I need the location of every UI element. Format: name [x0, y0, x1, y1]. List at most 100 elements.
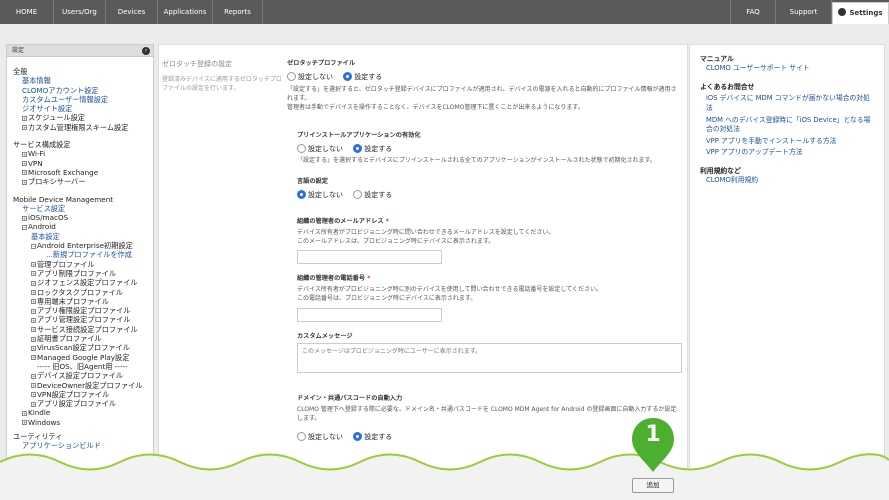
expand-icon: +	[22, 179, 27, 185]
nav-users-org[interactable]: Users/Org	[54, 0, 106, 24]
tree-vpn[interactable]: + VPN	[13, 159, 147, 168]
domain-off-radio[interactable]	[297, 431, 306, 441]
tree-profile[interactable]: + サービス接続設定プロファイル	[13, 325, 147, 334]
expand-icon: +	[22, 151, 27, 157]
required-mark: *	[367, 275, 371, 282]
section-mdm: Mobile Device Management	[13, 194, 114, 204]
language-off-radio[interactable]	[297, 189, 306, 199]
tree-old-profile[interactable]: + VPN設定プロファイル	[13, 390, 147, 399]
nav-settings-label: Settings	[849, 9, 883, 17]
link-faq-vpp-update[interactable]: VPP アプリのアップデート方法	[700, 148, 874, 157]
collapse-icon: −	[31, 243, 36, 249]
link-new-profile[interactable]: ...新規プロファイルを作成	[13, 250, 147, 259]
link-service-settings[interactable]: サービス設定	[13, 204, 147, 213]
tree-enterprise-init[interactable]: − Android Enterprise初期設定	[13, 241, 147, 250]
old-os-divider: ----- 旧OS、旧Agent用 -----	[37, 361, 128, 371]
link-basic-info[interactable]: 基本情報	[13, 76, 147, 85]
expand-icon: +	[31, 383, 36, 388]
zt-on-radio[interactable]	[343, 71, 353, 81]
expand-icon: +	[31, 373, 36, 379]
nav-devices[interactable]: Devices	[106, 0, 158, 24]
expand-icon: +	[31, 290, 36, 296]
phone-title: 組織の管理者の電話番号 *	[297, 275, 371, 282]
step-marker-number: 1	[645, 422, 661, 447]
nav-support[interactable]: Support	[776, 0, 832, 24]
tree-profile[interactable]: + 証明書プロファイル	[13, 334, 147, 343]
tree-old-profile[interactable]: + デバイス設定プロファイル	[13, 371, 147, 380]
link-android-basic[interactable]: 基本設定	[13, 232, 147, 241]
collapse-left-icon[interactable]: ‹	[142, 47, 150, 55]
tree-profile[interactable]: + Managed Google Play設定	[13, 353, 147, 362]
expand-icon: +	[31, 317, 36, 323]
phone-desc-2: この電話番号は、プロビジョニング時にデバイスに表示されます。	[297, 295, 477, 302]
sidebar-title: 設定	[12, 47, 25, 54]
nav-reports[interactable]: Reports	[213, 0, 263, 24]
sidebar-tree: 全般 基本情報 CLOMOアカウント設定 カスタムユーザー情報設定 ジオサイト設…	[7, 57, 153, 451]
tree-old-profile[interactable]: + DeviceOwner設定プロファイル	[13, 381, 147, 390]
section-title: ゼロタッチ登録の設定	[162, 60, 232, 68]
tree-android[interactable]: − Android	[13, 222, 147, 231]
language-title: 言語の設定	[297, 178, 328, 185]
required-mark: *	[385, 218, 390, 225]
tree-ios-macos[interactable]: + iOS/macOS	[13, 213, 147, 222]
tree-profile[interactable]: + アプリ制限プロファイル	[13, 269, 147, 278]
email-input[interactable]	[297, 250, 442, 264]
tree-schedule[interactable]: + スケジュール設定	[13, 113, 147, 122]
tree-custom-permission[interactable]: + カスタム管理権限スキーム設定	[13, 123, 147, 132]
add-button[interactable]: 追加	[632, 478, 674, 493]
preinstall-on-radio[interactable]	[353, 143, 363, 153]
expand-icon: +	[22, 170, 27, 176]
tree-profile[interactable]: + アプリ権限設定プロファイル	[13, 306, 147, 315]
link-faq-vpp-install[interactable]: VPP アプリを手動でインストールする方法	[700, 137, 874, 146]
preinstall-off-radio[interactable]	[297, 143, 306, 153]
tree-exchange[interactable]: + Microsoft Exchange	[13, 168, 147, 177]
link-geosite[interactable]: ジオサイト設定	[13, 104, 147, 113]
phone-desc-1: デバイス所有者がプロビジョニング時に別のデバイスを使用して問い合わせできる電話番…	[297, 286, 602, 293]
tree-windows[interactable]: + Windows	[13, 418, 147, 427]
main-panel: ゼロタッチ登録の設定 登録済みデバイスに適用するゼロタッチプロファイルの設定を行…	[158, 44, 688, 494]
nav-faq[interactable]: FAQ	[730, 0, 776, 24]
expand-icon: +	[31, 271, 36, 277]
collapse-icon: −	[22, 224, 27, 230]
tree-profile[interactable]: + VirusScan設定プロファイル	[13, 343, 147, 352]
tree-wifi[interactable]: + Wi-Fi	[13, 149, 147, 158]
link-terms[interactable]: CLOMO利用規約	[700, 176, 874, 185]
tree-profile[interactable]: + 専用端末プロファイル	[13, 297, 147, 306]
expand-icon: +	[22, 125, 27, 131]
preinstall-desc: 「設定する」を選択するとデバイスにプリインストールされる全てのアプリケーションが…	[297, 157, 656, 164]
custom-message-textarea[interactable]: このメッセージはプロビジョニング時にユーザーに表示されます。	[297, 343, 682, 373]
tree-kindle[interactable]: + Kindle	[13, 408, 147, 417]
zt-off-radio[interactable]	[287, 71, 296, 81]
gear-icon	[838, 8, 847, 16]
tree-profile[interactable]: + ジオフェンス設定プロファイル	[13, 278, 147, 287]
link-faq-ios-device[interactable]: MDM へのデバイス登録時に「iOS Device」となる場合の対処法	[700, 116, 874, 135]
tree-old-profile[interactable]: + アプリ設定プロファイル	[13, 399, 147, 408]
link-clomo-account[interactable]: CLOMOアカウント設定	[13, 86, 147, 95]
language-radios: 設定しない 設定する	[297, 189, 400, 201]
tree-profile[interactable]: + ロックタスクプロファイル	[13, 288, 147, 297]
zt-profile-title: ゼロタッチプロファイル	[287, 60, 356, 67]
nav-applications[interactable]: Applications	[158, 0, 213, 24]
tree-proxy[interactable]: + プロキシサーバー	[13, 177, 147, 186]
domain-on-radio[interactable]	[353, 431, 363, 441]
expand-icon: +	[31, 355, 36, 361]
top-nav: HOME Users/Org Devices Applications Repo…	[0, 0, 889, 24]
zt-desc-1: 「設定する」を選択すると、ゼロタッチ登録デバイスにプロファイルが適用され、デバイ…	[287, 86, 677, 102]
link-faq-ios-mdm[interactable]: iOS デバイスに MDM コマンドが届かない場合の対処法	[700, 94, 874, 113]
link-custom-user-info[interactable]: カスタムユーザー情報設定	[13, 95, 147, 104]
terms-heading: 利用規約など	[700, 166, 741, 175]
nav-home[interactable]: HOME	[0, 0, 54, 24]
link-support-site[interactable]: CLOMO ユーザーサポート サイト	[700, 64, 874, 73]
tree-profile[interactable]: + 管理プロファイル	[13, 260, 147, 269]
zt-desc-2: 管理者は手動でデバイスを操作することなく、デバイスをCLOMO管理下に置くことが…	[287, 104, 584, 111]
domain-autofill-desc: CLOMO 管理下へ登録する際に必要な、ドメイン名・共通パスコードを CLOMO…	[297, 406, 677, 422]
expand-icon: +	[22, 215, 27, 221]
phone-input[interactable]	[297, 308, 442, 322]
tree-profile[interactable]: + アプリ管理設定プロファイル	[13, 315, 147, 324]
language-on-radio[interactable]	[353, 189, 363, 199]
preinstall-radios: 設定しない 設定する	[297, 143, 400, 155]
email-title: 組織の管理者のメールアドレス *	[297, 218, 390, 225]
nav-settings[interactable]: Settings	[832, 2, 889, 24]
preinstall-title: プリインストールアプリケーションの有効化	[297, 132, 421, 139]
section-description: 登録済みデバイスに適用するゼロタッチプロファイルの設定を行います。	[162, 76, 282, 92]
